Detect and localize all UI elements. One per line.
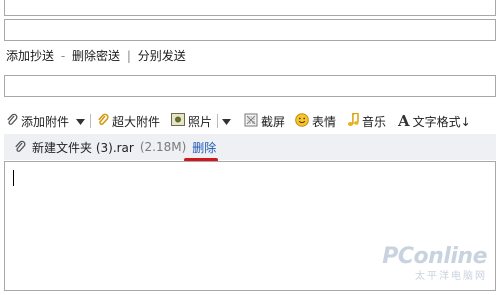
paperclip-icon bbox=[14, 140, 26, 154]
music-note-icon bbox=[347, 111, 359, 130]
toolbar-divider bbox=[90, 114, 91, 128]
large-attachment-label: 超大附件 bbox=[112, 114, 161, 129]
attachment-dropdown[interactable] bbox=[76, 112, 85, 130]
emoji-button[interactable]: 表情 bbox=[295, 112, 336, 130]
photo-label: 照片 bbox=[188, 114, 213, 129]
separator-bar: | bbox=[126, 49, 131, 63]
attachment-file-size: (2.18M) bbox=[139, 140, 187, 154]
cc-field[interactable] bbox=[4, 19, 496, 41]
recipient-links: 添加抄送 - 删除密送 | 分别发送 bbox=[6, 47, 186, 64]
screenshot-label: 截屏 bbox=[261, 114, 286, 129]
add-cc-link[interactable]: 添加抄送 bbox=[6, 49, 54, 63]
subject-field[interactable] bbox=[4, 75, 496, 97]
message-body-editor[interactable]: PConline 太平洋电脑网 bbox=[4, 161, 496, 291]
music-button[interactable]: 音乐 bbox=[347, 111, 387, 130]
attachment-bar: 新建文件夹 (3).rar (2.18M) 删除 bbox=[4, 134, 496, 160]
to-field[interactable] bbox=[4, 0, 496, 16]
separate-send-link[interactable]: 分别发送 bbox=[138, 49, 186, 63]
watermark: PConline 太平洋电脑网 bbox=[382, 244, 487, 282]
smiley-icon bbox=[295, 112, 309, 130]
screenshot-button[interactable]: 截屏 bbox=[244, 112, 285, 130]
add-attachment-label: 添加附件 bbox=[21, 114, 70, 129]
remove-bcc-link[interactable]: 删除密送 bbox=[72, 49, 120, 63]
watermark-logo: PConline bbox=[382, 244, 487, 269]
large-attachment-icon bbox=[97, 113, 109, 130]
add-attachment-button[interactable]: 添加附件 bbox=[6, 112, 69, 130]
photo-button[interactable]: 照片 bbox=[171, 112, 212, 130]
photo-dropdown[interactable] bbox=[222, 112, 231, 130]
toolbar-divider bbox=[217, 114, 218, 128]
emoji-label: 表情 bbox=[312, 114, 337, 129]
separator-dash: - bbox=[60, 49, 66, 63]
attachment-file-name: 新建文件夹 (3).rar bbox=[32, 140, 134, 155]
watermark-subtitle: 太平洋电脑网 bbox=[415, 271, 487, 282]
music-label: 音乐 bbox=[362, 114, 387, 129]
chevron-down-icon bbox=[76, 114, 85, 128]
text-format-label: 文字格式↓ bbox=[412, 114, 471, 129]
large-attachment-button[interactable]: 超大附件 bbox=[97, 112, 160, 130]
text-format-icon: A bbox=[398, 112, 410, 130]
photo-icon bbox=[171, 113, 185, 129]
chevron-down-icon bbox=[222, 114, 231, 128]
attachment-delete-link[interactable]: 删除 bbox=[192, 139, 216, 156]
screenshot-icon bbox=[244, 113, 258, 130]
text-caret bbox=[13, 170, 14, 186]
text-format-button[interactable]: A 文字格式↓ bbox=[398, 112, 471, 130]
paperclip-icon bbox=[6, 113, 18, 130]
